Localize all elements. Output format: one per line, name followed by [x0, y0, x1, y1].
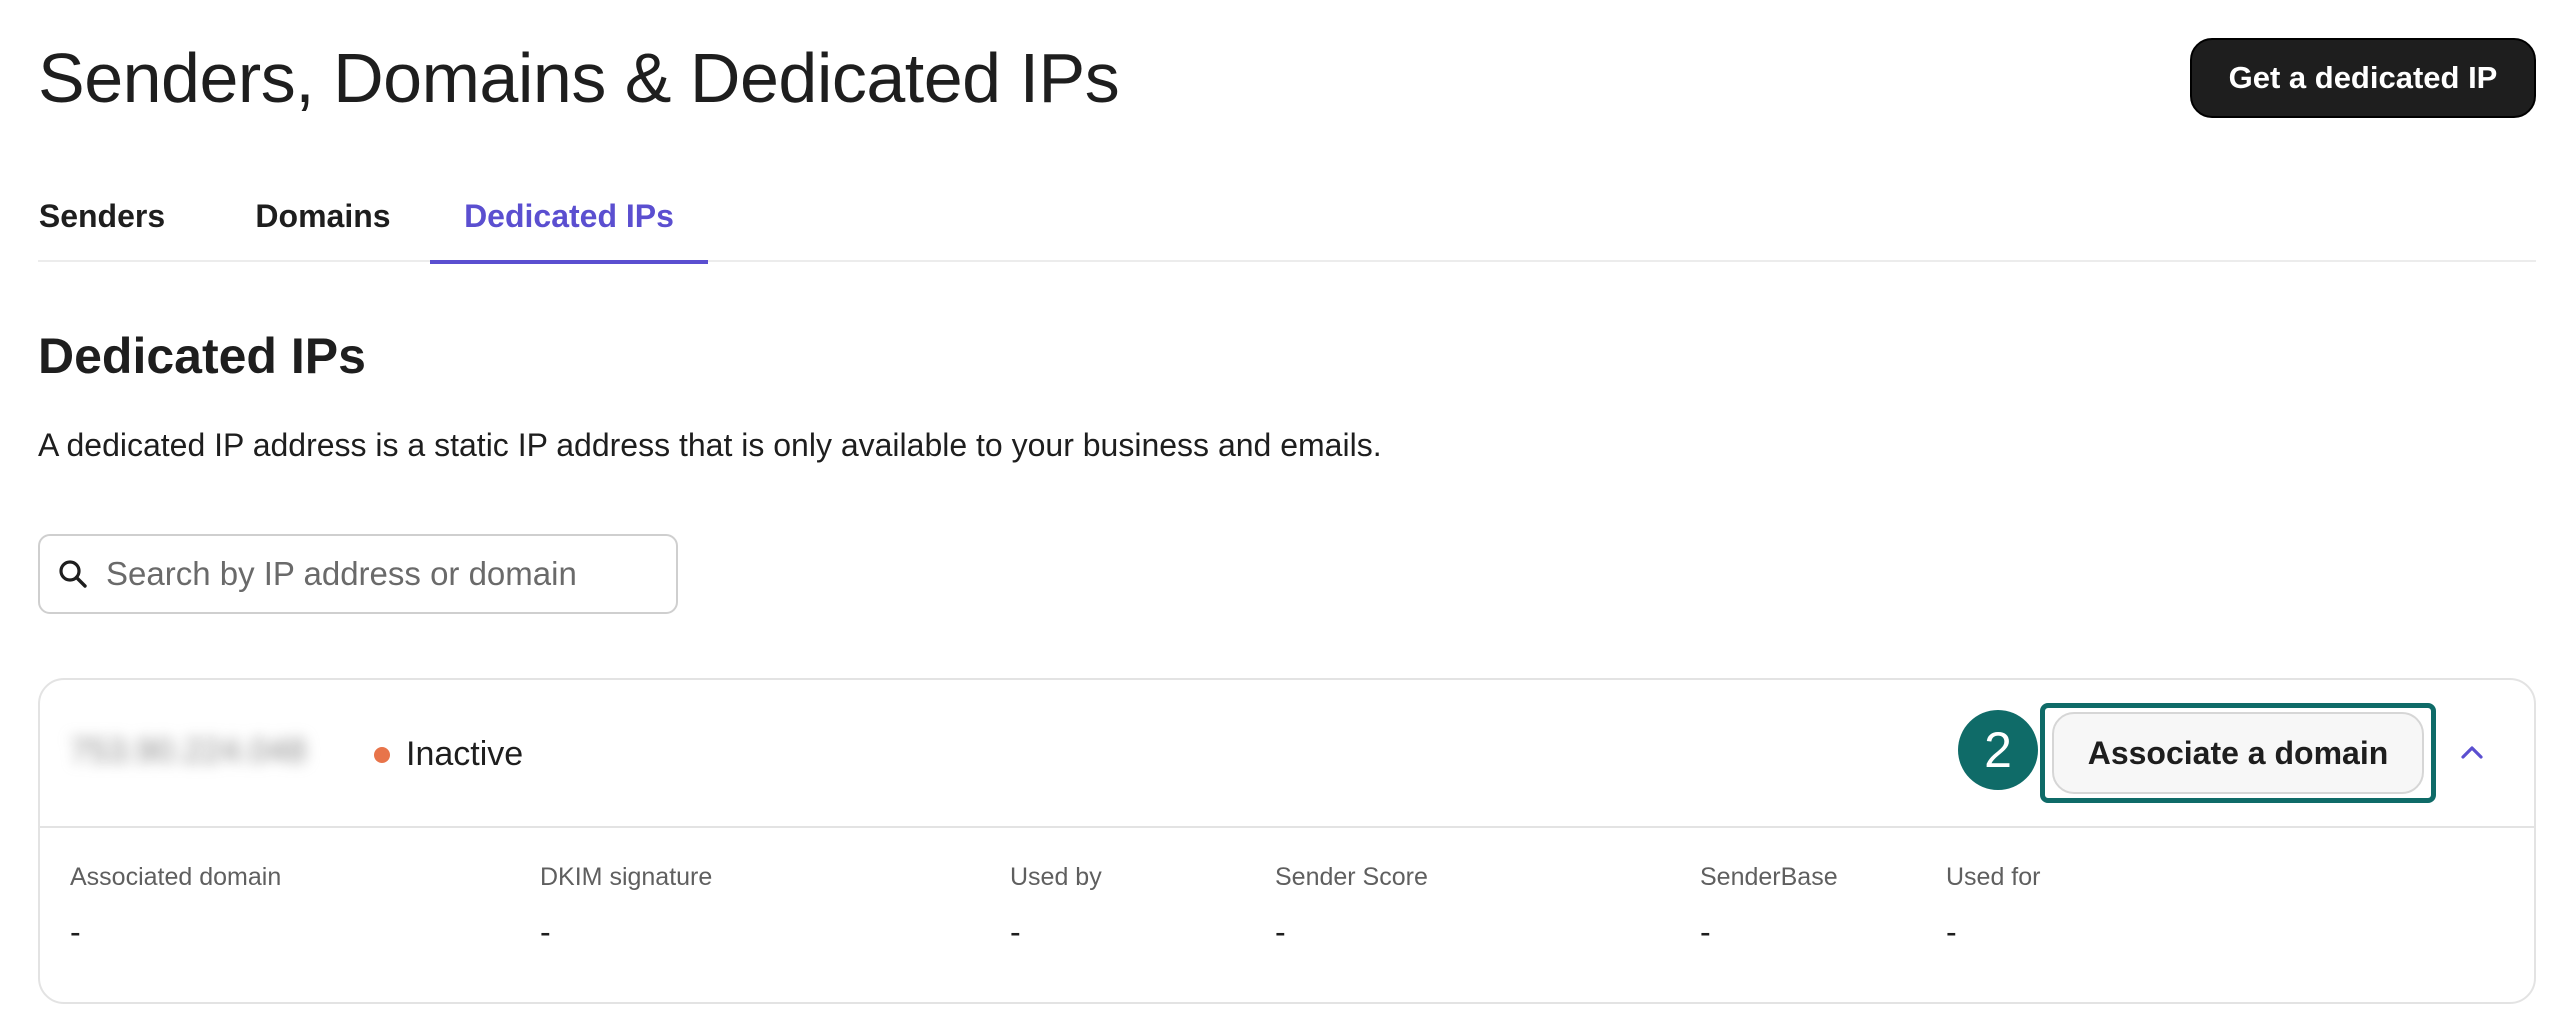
detail-label: Used by: [1010, 863, 1102, 891]
search-input[interactable]: [106, 544, 666, 604]
page: Senders, Domains & Dedicated IPs Get a d…: [0, 0, 2566, 1024]
collapse-toggle[interactable]: [2450, 730, 2494, 774]
search-box[interactable]: [38, 534, 678, 614]
ip-address: 753.90.224.048: [70, 732, 307, 770]
detail-value: -: [1946, 914, 1957, 950]
detail-label: Used for: [1946, 863, 2041, 891]
detail-sender-score: Sender Score -: [1275, 860, 1428, 952]
detail-senderbase: SenderBase -: [1700, 860, 1838, 952]
search-icon: [59, 560, 87, 588]
detail-label: Sender Score: [1275, 863, 1428, 891]
tab-bar: Senders Domains Dedicated IPs: [38, 170, 2536, 264]
get-dedicated-ip-button[interactable]: Get a dedicated IP: [2190, 38, 2536, 118]
tab-dedicated-ips[interactable]: Dedicated IPs: [430, 170, 708, 264]
detail-value: -: [1010, 914, 1021, 950]
detail-value: -: [70, 914, 81, 950]
detail-associated-domain: Associated domain -: [70, 860, 281, 952]
ip-card-header: 753.90.224.048 Inactive 2 Associate a do…: [40, 680, 2534, 828]
tab-domains[interactable]: Domains: [244, 170, 402, 262]
detail-value: -: [1275, 914, 1286, 950]
page-title: Senders, Domains & Dedicated IPs: [38, 39, 1120, 117]
detail-dkim-signature: DKIM signature -: [540, 860, 712, 952]
detail-used-by: Used by -: [1010, 860, 1102, 952]
dedicated-ip-card: 753.90.224.048 Inactive 2 Associate a do…: [38, 678, 2536, 1004]
tab-senders[interactable]: Senders: [38, 170, 166, 262]
status-badge: Inactive: [406, 735, 524, 773]
step-marker: 2: [1958, 710, 2038, 790]
detail-label: SenderBase: [1700, 863, 1838, 891]
associate-domain-button[interactable]: Associate a domain: [2052, 712, 2424, 794]
detail-value: -: [1700, 914, 1711, 950]
section-description: A dedicated IP address is a static IP ad…: [38, 427, 1382, 463]
detail-used-for: Used for -: [1946, 860, 2040, 952]
section-title: Dedicated IPs: [38, 328, 366, 384]
detail-label: DKIM signature: [540, 863, 713, 891]
chevron-up-icon: [2461, 746, 2483, 759]
detail-value: -: [540, 914, 551, 950]
detail-label: Associated domain: [70, 863, 282, 891]
status-dot: [374, 747, 390, 763]
